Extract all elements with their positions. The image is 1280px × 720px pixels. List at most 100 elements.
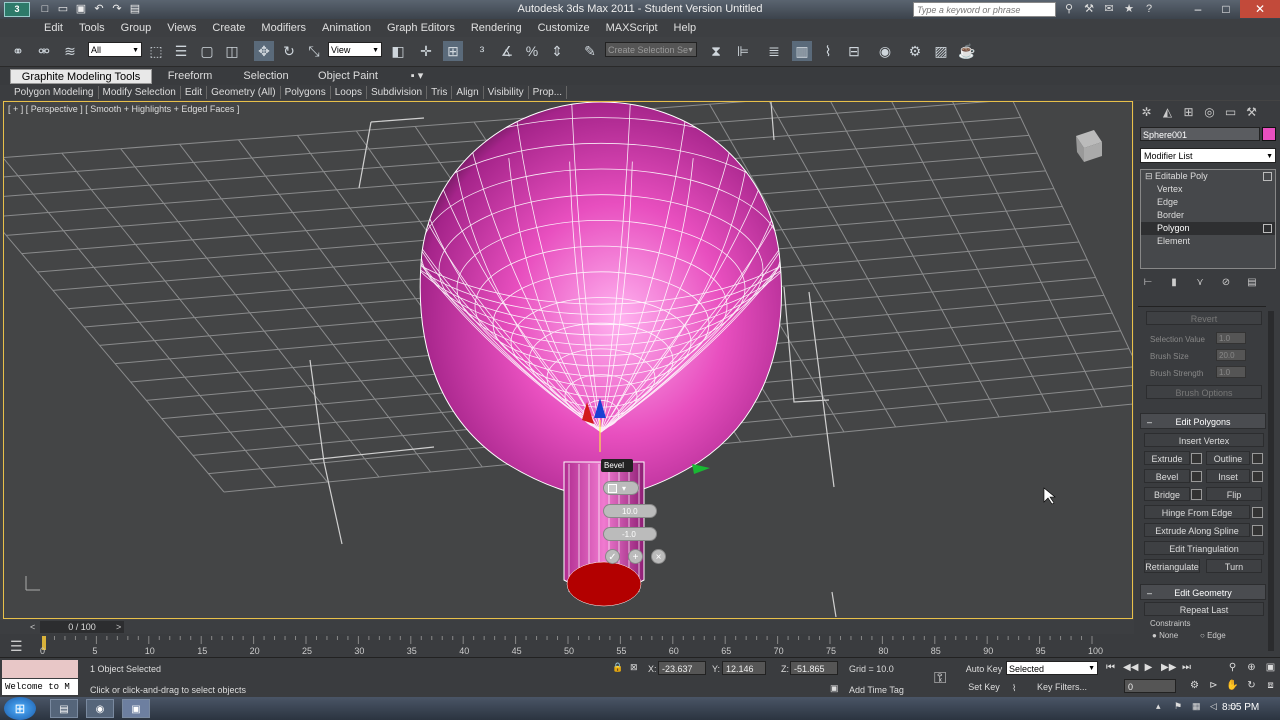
mirror-icon[interactable]: ⧗ xyxy=(706,41,726,61)
constraint-edge-radio[interactable]: ○ Edge xyxy=(1200,631,1226,640)
menu-help[interactable]: Help xyxy=(666,19,705,37)
tab-selection[interactable]: Selection xyxy=(236,69,296,84)
selection-value-field[interactable]: 1.0 xyxy=(1216,332,1246,344)
favorites-icon[interactable]: ★ xyxy=(1122,2,1136,16)
set-key-icon[interactable]: ⚿ xyxy=(934,670,946,688)
panel-properties[interactable]: Prop... xyxy=(529,86,568,99)
menu-edit[interactable]: Edit xyxy=(36,19,71,37)
ok-icon[interactable]: ✓ xyxy=(605,549,620,564)
extrude-along-spline-button[interactable]: Extrude Along Spline xyxy=(1144,523,1250,537)
prev-key-icon[interactable]: ◀◀ xyxy=(1123,661,1138,674)
pin-stack-icon[interactable]: ⊢ xyxy=(1142,277,1154,289)
panel-loops[interactable]: Loops xyxy=(331,86,367,99)
hinge-settings-icon[interactable] xyxy=(1252,507,1263,518)
stack-item-edge[interactable]: Edge xyxy=(1141,196,1275,209)
stack-item-vertex[interactable]: Vertex xyxy=(1141,183,1275,196)
help-icon[interactable]: ? xyxy=(1142,2,1156,16)
hierarchy-tab-icon[interactable]: ⊞ xyxy=(1180,104,1197,120)
inset-button[interactable]: Inset xyxy=(1206,469,1250,483)
bevel-settings-icon[interactable] xyxy=(1191,471,1202,482)
perspective-viewport[interactable]: [ + ] [ Perspective ] [ Smooth + Highlig… xyxy=(3,101,1133,619)
graphite-toggle-icon[interactable]: ▥ xyxy=(792,41,812,61)
align-icon[interactable]: ⊫ xyxy=(733,41,753,61)
brush-size-field[interactable]: 20.0 xyxy=(1216,349,1246,361)
time-slider[interactable]: 0 / 100 xyxy=(40,621,124,633)
brush-options-button[interactable]: Brush Options xyxy=(1146,385,1262,399)
taskbar-3dsmax-icon[interactable]: ▣ xyxy=(122,699,150,718)
z-coordinate-field[interactable]: -51.865 xyxy=(790,661,838,675)
turn-button[interactable]: Turn xyxy=(1206,559,1262,573)
create-tab-icon[interactable]: ✲ xyxy=(1138,104,1155,120)
track-bar[interactable]: ☰ 0 5 10 15 20 25 30 35 40 45 50 55 60 65 70 75 80 85 90 95… xyxy=(0,634,1134,658)
subscription-icon[interactable]: ⚒ xyxy=(1082,2,1096,16)
menu-customize[interactable]: Customize xyxy=(530,19,598,37)
tab-freeform[interactable]: Freeform xyxy=(160,69,220,84)
maximize-viewport-icon[interactable]: ⧈ xyxy=(1264,679,1277,692)
zoom-icon[interactable]: ⚲ xyxy=(1226,661,1239,674)
menu-views[interactable]: Views xyxy=(159,19,204,37)
current-frame-field[interactable]: 0 xyxy=(1124,679,1176,693)
edit-named-selection-icon[interactable]: ✎ xyxy=(580,41,600,61)
menu-modifiers[interactable]: Modifiers xyxy=(253,19,314,37)
play-icon[interactable]: ▶ xyxy=(1142,661,1155,674)
goto-start-icon[interactable]: ⏮ xyxy=(1104,661,1117,674)
app-menu-button[interactable]: 3 xyxy=(4,2,30,17)
make-unique-icon[interactable]: ⋎ xyxy=(1194,277,1206,289)
object-color-swatch[interactable] xyxy=(1262,127,1276,141)
menu-tools[interactable]: Tools xyxy=(71,19,113,37)
prev-frame-icon[interactable]: < xyxy=(30,620,35,634)
time-tag-icon[interactable]: ▣ xyxy=(830,683,839,694)
cancel-icon[interactable]: × xyxy=(651,549,666,564)
brush-strength-field[interactable]: 1.0 xyxy=(1216,366,1246,378)
minimize-icon[interactable]: – xyxy=(1184,0,1212,18)
edit-triangulation-button[interactable]: Edit Triangulation xyxy=(1144,541,1264,555)
zoom-extents-icon[interactable]: ▣ xyxy=(1264,661,1277,674)
tray-volume-icon[interactable]: ◁ xyxy=(1210,701,1222,713)
remove-modifier-icon[interactable]: ⊘ xyxy=(1220,277,1232,289)
material-editor-icon[interactable]: ◉ xyxy=(875,41,895,61)
constraint-none-radio[interactable]: ● None xyxy=(1152,631,1178,640)
snaps-toggle-icon[interactable]: ³ xyxy=(472,41,492,61)
viewport-label[interactable]: [ + ] [ Perspective ] [ Smooth + Highlig… xyxy=(8,104,239,114)
bevel-type-dropdown[interactable]: ▾ xyxy=(603,481,639,495)
object-name-field[interactable]: Sphere001 xyxy=(1140,127,1260,141)
binoculars-icon[interactable]: ⚲ xyxy=(1062,2,1076,16)
reference-coordinate-dropdown[interactable]: View xyxy=(328,42,382,58)
maxscript-listener-output[interactable] xyxy=(2,660,78,678)
save-icon[interactable]: ▣ xyxy=(74,2,88,16)
link-icon[interactable]: ⚭ xyxy=(8,41,28,61)
flip-button[interactable]: Flip xyxy=(1206,487,1262,501)
taskbar-explorer-icon[interactable]: ▤ xyxy=(50,699,78,718)
open-file-icon[interactable]: ▭ xyxy=(56,2,70,16)
menu-rendering[interactable]: Rendering xyxy=(463,19,530,37)
bevel-button[interactable]: Bevel xyxy=(1144,469,1190,483)
insert-vertex-button[interactable]: Insert Vertex xyxy=(1144,433,1264,447)
stack-item-element[interactable]: Element xyxy=(1141,235,1275,248)
stack-item-polygon[interactable]: Polygon xyxy=(1141,222,1275,235)
spinner-snap-icon[interactable]: ⇕ xyxy=(547,41,567,61)
key-filters-icon[interactable]: ⌇ xyxy=(1012,683,1016,694)
ribbon-options-icon[interactable]: ▪ ▾ xyxy=(404,69,430,84)
lock-selection-icon[interactable]: 🔒 xyxy=(612,662,623,673)
stack-item-editable-poly[interactable]: ⊟ Editable Poly xyxy=(1141,170,1275,183)
revert-button[interactable]: Revert xyxy=(1146,311,1262,325)
y-coordinate-field[interactable]: 12.146 xyxy=(722,661,766,675)
bridge-settings-icon[interactable] xyxy=(1191,489,1202,500)
close-icon[interactable]: ✕ xyxy=(1240,0,1280,18)
auto-key-button[interactable]: Auto Key xyxy=(964,661,1004,677)
repeat-last-button[interactable]: Repeat Last xyxy=(1144,602,1264,616)
taskbar-chrome-icon[interactable]: ◉ xyxy=(86,699,114,718)
render-production-icon[interactable]: ☕ xyxy=(957,41,977,61)
outline-button[interactable]: Outline xyxy=(1206,451,1250,465)
angle-snap-icon[interactable]: ∡ xyxy=(497,41,517,61)
rectangular-selection-icon[interactable]: ▢ xyxy=(197,41,217,61)
select-by-name-icon[interactable]: ☰ xyxy=(171,41,191,61)
bind-space-warp-icon[interactable]: ≋ xyxy=(60,41,80,61)
undo-icon[interactable]: ↶ xyxy=(92,2,106,16)
layer-manager-icon[interactable]: ≣ xyxy=(764,41,784,61)
field-of-view-icon[interactable]: ⊳ xyxy=(1207,679,1220,692)
panel-geometry-all[interactable]: Geometry (All) xyxy=(207,86,281,99)
maximize-icon[interactable]: □ xyxy=(1212,0,1240,18)
menu-maxscript[interactable]: MAXScript xyxy=(598,19,666,37)
configure-modifier-sets-icon[interactable]: ▤ xyxy=(1246,277,1258,289)
